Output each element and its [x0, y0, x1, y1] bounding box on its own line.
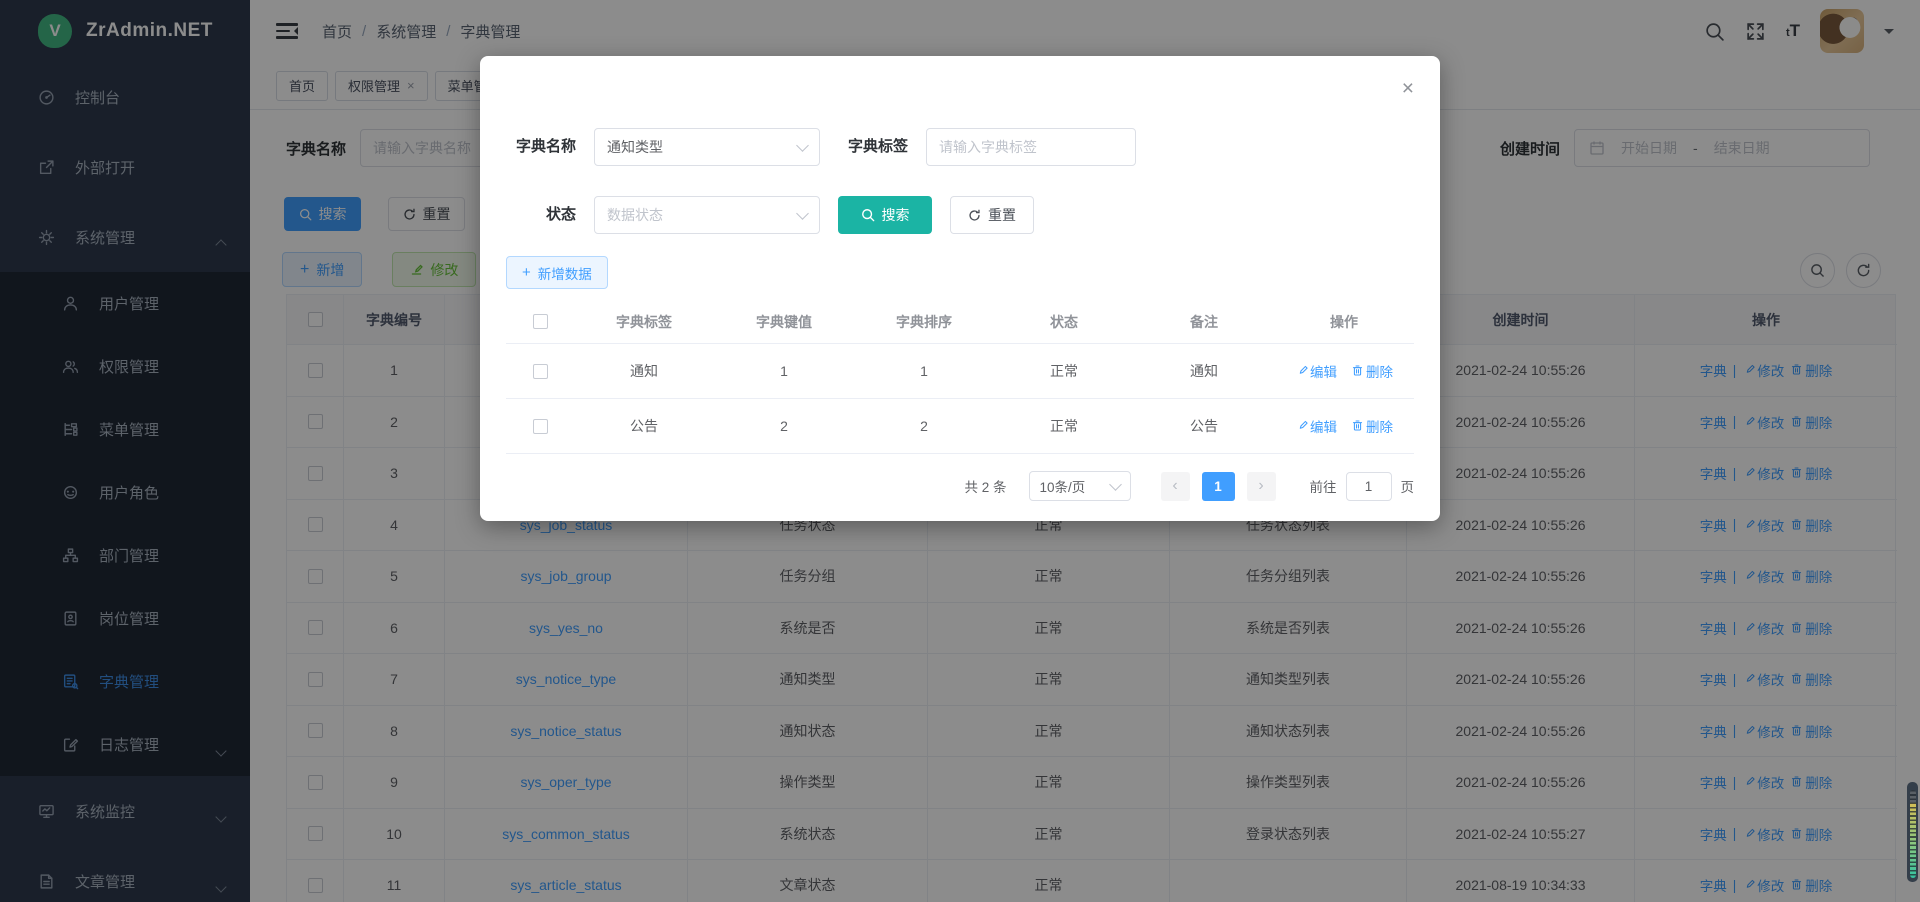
total-count: 共 2 条 [964, 476, 1006, 496]
dict-label-input[interactable]: 请输入字典标签 [926, 128, 1136, 166]
dialog-table-header: 字典标签 字典键值 字典排序 状态 备注 操作 [506, 300, 1414, 344]
dict-label-cell: 公告 [574, 399, 714, 453]
trash-icon [1351, 419, 1364, 432]
window-scrollbar-thumb[interactable] [1907, 782, 1918, 882]
dict-label-cell: 通知 [574, 344, 714, 398]
dict-data-dialog: × 字典名称 通知类型 字典标签 请输入字典标签 状态 数据状态 搜索 重置 +… [480, 56, 1440, 521]
chevron-down-icon [796, 207, 809, 220]
goto-label: 前往 [1310, 476, 1337, 496]
current-page-button[interactable]: 1 [1202, 472, 1235, 501]
dict-value-cell: 2 [714, 399, 854, 453]
status-select[interactable]: 数据状态 [594, 196, 820, 234]
dict-sort-cell: 2 [854, 399, 994, 453]
select-all-checkbox[interactable] [533, 314, 548, 329]
dict-sort-cell: 1 [854, 344, 994, 398]
row-checkbox[interactable] [533, 364, 548, 379]
dialog-status-label: 状态 [506, 196, 576, 234]
dict-name-select[interactable]: 通知类型 [594, 128, 820, 166]
dialog-table-row: 公告 2 2 正常 公告 编辑 删除 [506, 399, 1414, 454]
dialog-add-data-button[interactable]: + 新增数据 [506, 256, 608, 289]
status-cell: 正常 [994, 399, 1134, 453]
pencil-icon [1295, 364, 1308, 377]
page-size-select[interactable]: 10条/页 [1029, 471, 1131, 501]
chevron-down-icon [1109, 478, 1122, 491]
dict-value-cell: 1 [714, 344, 854, 398]
pencil-icon [1295, 419, 1308, 432]
next-page-button[interactable]: › [1247, 472, 1276, 501]
dialog-table: 字典标签 字典键值 字典排序 状态 备注 操作 通知 1 1 正常 通知 编辑 … [506, 300, 1414, 454]
dialog-dict-label-label: 字典标签 [838, 128, 908, 166]
goto-page-input[interactable]: 1 [1346, 472, 1392, 501]
remark-cell: 通知 [1134, 344, 1274, 398]
delete-link[interactable]: 删除 [1351, 416, 1393, 436]
dialog-search-button[interactable]: 搜索 [838, 196, 932, 234]
dialog-dict-name-label: 字典名称 [506, 128, 576, 166]
edit-link[interactable]: 编辑 [1295, 361, 1337, 381]
edit-link[interactable]: 编辑 [1295, 416, 1337, 436]
dialog-table-row: 通知 1 1 正常 通知 编辑 删除 [506, 344, 1414, 399]
dialog-close-icon[interactable]: × [1402, 78, 1414, 99]
row-checkbox[interactable] [533, 419, 548, 434]
dialog-pagination: 共 2 条 10条/页 ‹ 1 › 前往 1 页 [506, 468, 1414, 504]
dialog-reset-button[interactable]: 重置 [950, 196, 1034, 234]
delete-link[interactable]: 删除 [1351, 361, 1393, 381]
prev-page-button[interactable]: ‹ [1161, 472, 1190, 501]
remark-cell: 公告 [1134, 399, 1274, 453]
chevron-down-icon [796, 139, 809, 152]
trash-icon [1351, 364, 1364, 377]
status-cell: 正常 [994, 344, 1134, 398]
goto-suffix-label: 页 [1401, 476, 1415, 496]
